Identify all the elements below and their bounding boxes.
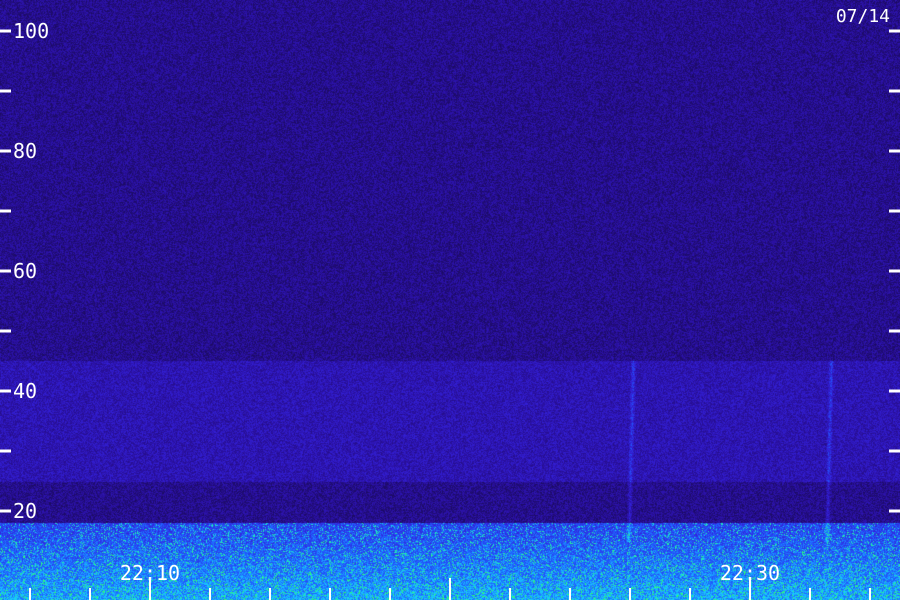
x-tick-label: 22:30 — [720, 561, 780, 585]
spectrogram-chart: 20406080100 22:1022:3022:50 07/14 — [0, 0, 900, 600]
y-tick-label: 20 — [13, 499, 37, 523]
spectrogram-heatmap — [0, 0, 900, 600]
date-label: 07/14 — [836, 6, 890, 27]
y-tick-label: 40 — [13, 379, 37, 403]
x-tick-label: 22:10 — [120, 561, 180, 585]
y-tick-label: 100 — [13, 19, 49, 43]
y-tick-label: 80 — [13, 139, 37, 163]
y-tick-label: 60 — [13, 259, 37, 283]
